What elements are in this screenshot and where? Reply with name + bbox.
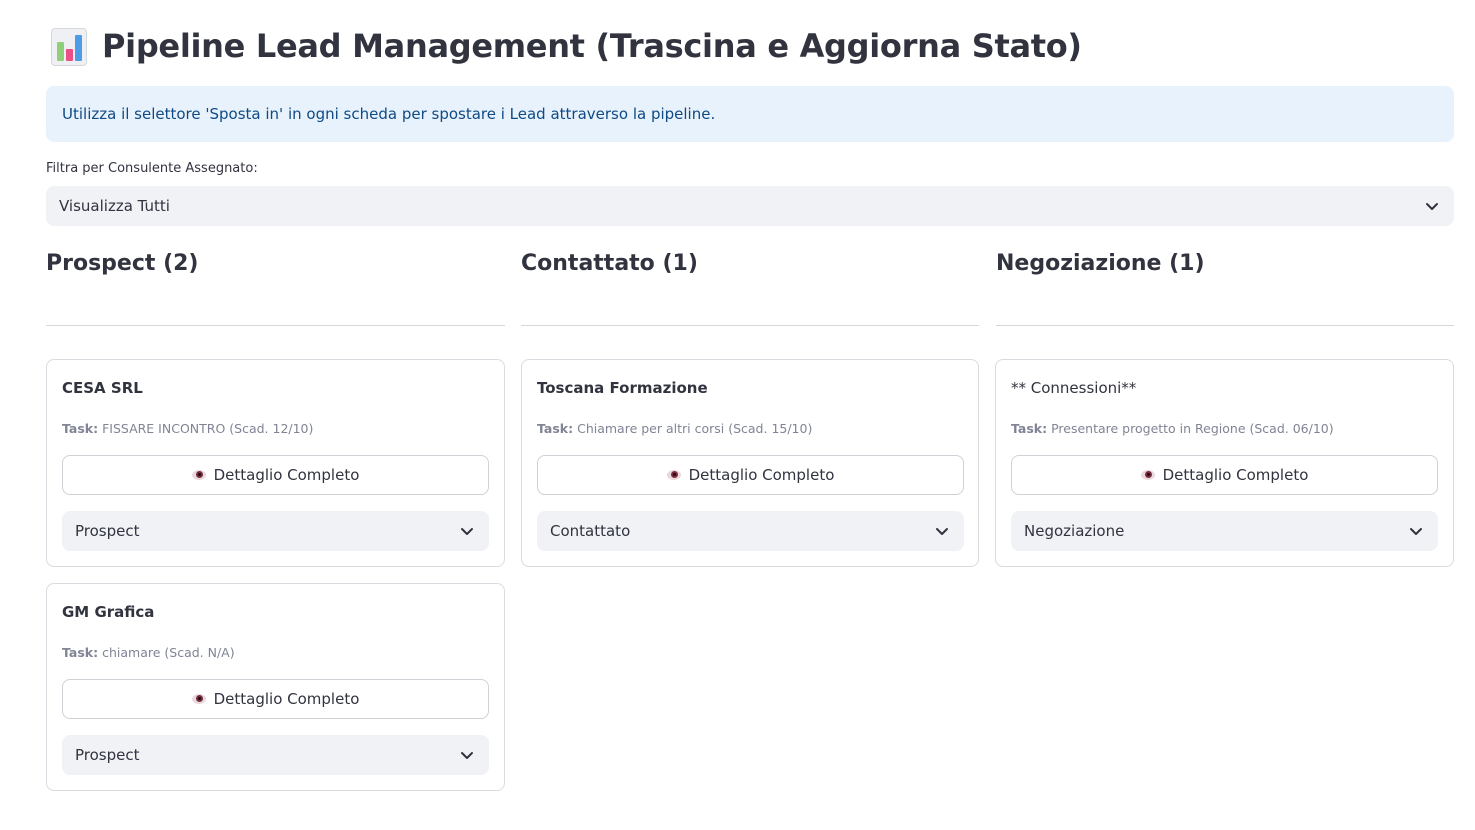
- consultant-filter-value: Visualizza Tutti: [59, 197, 170, 215]
- stage-value: Prospect: [75, 746, 140, 764]
- filter-label: Filtra per Consulente Assegnato:: [46, 161, 258, 176]
- stage-value: Negoziazione: [1024, 522, 1125, 540]
- move-stage-select[interactable]: Contattato: [537, 511, 964, 551]
- move-stage-select[interactable]: Prospect: [62, 511, 489, 551]
- lead-task: Task: Presentare progetto in Regione (Sc…: [1011, 421, 1334, 436]
- info-alert-text: Utilizza il selettore 'Sposta in' in ogn…: [62, 105, 716, 123]
- chevron-down-icon: [461, 752, 473, 759]
- lead-task: Task: FISSARE INCONTRO (Scad. 12/10): [62, 421, 314, 436]
- column-header-contattato: Contattato (1): [521, 251, 698, 276]
- title-row: Pipeline Lead Management (Trascina e Agg…: [50, 26, 1082, 66]
- info-alert: Utilizza il selettore 'Sposta in' in ogn…: [46, 86, 1454, 142]
- lead-card: Toscana Formazione Task: Chiamare per al…: [521, 359, 979, 567]
- column-header-negoziazione: Negoziazione (1): [996, 251, 1205, 276]
- chevron-down-icon: [936, 528, 948, 535]
- chevron-down-icon: [461, 528, 473, 535]
- detail-button[interactable]: Dettaglio Completo: [62, 455, 489, 495]
- eye-icon: [191, 694, 206, 704]
- column-divider: [521, 325, 979, 326]
- eye-icon: [1140, 470, 1155, 480]
- detail-button-label: Dettaglio Completo: [213, 466, 360, 484]
- stage-value: Prospect: [75, 522, 140, 540]
- lead-name: GM Grafica: [62, 603, 155, 621]
- lead-task: Task: Chiamare per altri corsi (Scad. 15…: [537, 421, 813, 436]
- consultant-filter-select[interactable]: Visualizza Tutti: [46, 186, 1454, 226]
- move-stage-select[interactable]: Prospect: [62, 735, 489, 775]
- chevron-down-icon: [1410, 528, 1422, 535]
- bar-chart-icon: [50, 26, 88, 66]
- detail-button[interactable]: Dettaglio Completo: [1011, 455, 1438, 495]
- column-divider: [996, 325, 1454, 326]
- lead-card: ** Connessioni** Task: Presentare proget…: [995, 359, 1454, 567]
- lead-card: GM Grafica Task: chiamare (Scad. N/A) De…: [46, 583, 505, 791]
- column-divider: [46, 325, 505, 326]
- detail-button-label: Dettaglio Completo: [1162, 466, 1309, 484]
- eye-icon: [191, 470, 206, 480]
- lead-name: CESA SRL: [62, 379, 143, 397]
- eye-icon: [666, 470, 681, 480]
- move-stage-select[interactable]: Negoziazione: [1011, 511, 1438, 551]
- detail-button[interactable]: Dettaglio Completo: [537, 455, 964, 495]
- lead-name: ** Connessioni**: [1011, 379, 1137, 397]
- chevron-down-icon: [1426, 203, 1438, 210]
- column-header-prospect: Prospect (2): [46, 251, 199, 276]
- page-title: Pipeline Lead Management (Trascina e Agg…: [102, 27, 1082, 65]
- stage-value: Contattato: [550, 522, 631, 540]
- detail-button-label: Dettaglio Completo: [213, 690, 360, 708]
- detail-button[interactable]: Dettaglio Completo: [62, 679, 489, 719]
- lead-name: Toscana Formazione: [537, 379, 708, 397]
- lead-task: Task: chiamare (Scad. N/A): [62, 645, 235, 660]
- detail-button-label: Dettaglio Completo: [688, 466, 835, 484]
- lead-card: CESA SRL Task: FISSARE INCONTRO (Scad. 1…: [46, 359, 505, 567]
- page: Pipeline Lead Management (Trascina e Agg…: [0, 0, 1475, 830]
